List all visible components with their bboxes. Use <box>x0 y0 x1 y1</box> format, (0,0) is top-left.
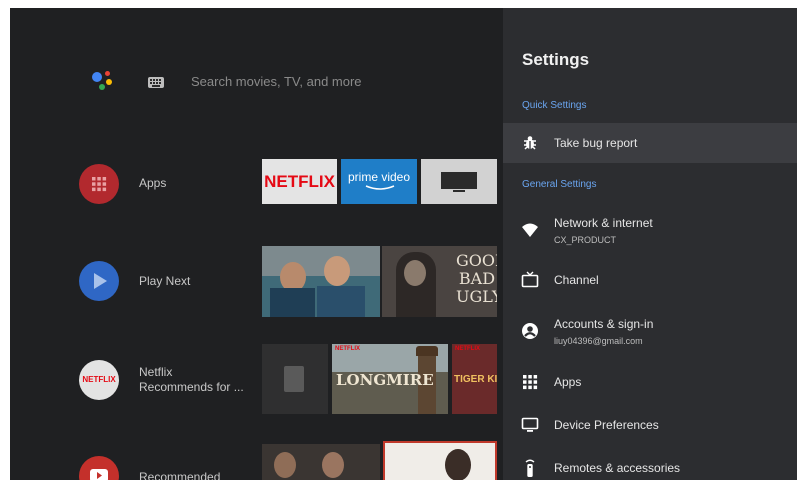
netflix-row-icon[interactable]: NETFLIX <box>79 360 119 400</box>
settings-panel: Settings Quick Settings Take bug report … <box>503 8 797 480</box>
prime-video-app-tile[interactable]: prime video <box>341 159 417 204</box>
row-label-netflix-line2: Recommends for ... <box>139 380 244 394</box>
tiger-king-title: TIGER KING <box>454 374 497 385</box>
recommended-tile-2[interactable] <box>383 441 497 480</box>
google-assistant-icon[interactable] <box>90 68 118 94</box>
accounts-sign-in-item[interactable]: Accounts & sign-in liuy04396@gmail.com <box>503 311 797 351</box>
account-icon <box>522 323 538 339</box>
network-internet-sub: CX_PRODUCT <box>554 235 617 245</box>
play-icon <box>94 273 107 289</box>
apps-row-icon[interactable] <box>79 164 119 204</box>
remotes-accessories-label: Remotes & accessories <box>554 461 681 475</box>
longmire-tile[interactable]: NETFLIX LONGMIRE <box>332 344 448 414</box>
network-internet-label: Network & internet <box>554 216 653 230</box>
tv-icon <box>441 172 477 189</box>
netflix-tile-1[interactable] <box>262 344 328 414</box>
tv-home-screen: Search movies, TV, and more Apps NETFLIX… <box>10 8 797 480</box>
play-next-row-icon[interactable] <box>79 261 119 301</box>
remote-icon <box>525 459 535 477</box>
monitor-icon <box>521 417 539 432</box>
longmire-title: LONGMIRE <box>336 371 434 389</box>
netflix-logo-text: NETFLIX <box>264 172 335 191</box>
recommended-tile-1[interactable] <box>262 444 380 480</box>
tiger-king-netflix-badge: NETFLIX <box>455 346 480 352</box>
keyboard-icon[interactable] <box>148 77 164 88</box>
prime-smile-icon <box>365 185 395 190</box>
apps-grid-icon <box>92 177 107 192</box>
youtube-icon <box>90 469 108 480</box>
accounts-sign-in-sub: liuy04396@gmail.com <box>554 336 643 346</box>
prime-video-logo-text: prime video <box>347 170 411 184</box>
apps-item[interactable]: Apps <box>503 362 797 402</box>
row-label-play-next: Play Next <box>139 274 191 288</box>
remotes-accessories-item[interactable]: Remotes & accessories <box>503 448 797 480</box>
row-label-apps: Apps <box>139 176 167 190</box>
youtube-row-icon[interactable] <box>79 456 119 480</box>
take-bug-report-label: Take bug report <box>554 136 638 150</box>
good-bad-ugly-tile[interactable]: GOOD BAD UGLY <box>382 246 497 317</box>
tiger-king-tile[interactable]: NETFLIX TIGER KING <box>452 344 497 414</box>
netflix-app-tile[interactable]: NETFLIX <box>262 159 337 204</box>
take-bug-report-item[interactable]: Take bug report <box>503 123 797 163</box>
search-input[interactable]: Search movies, TV, and more <box>191 74 362 89</box>
wifi-icon <box>522 223 538 237</box>
row-label-netflix: Netflix Recommends for ... <box>139 365 244 395</box>
general-settings-heading: General Settings <box>522 179 597 190</box>
channel-label: Channel <box>554 273 599 287</box>
accounts-sign-in-label: Accounts & sign-in <box>554 317 654 331</box>
row-label-netflix-line1: Netflix <box>139 365 173 379</box>
row-label-recommended: Recommended <box>139 470 221 480</box>
good-bad-ugly-line2: BAD <box>458 269 496 288</box>
tv-channel-icon <box>521 271 539 288</box>
tv-app-tile[interactable] <box>421 159 497 204</box>
device-preferences-label: Device Preferences <box>554 418 659 432</box>
network-internet-item[interactable]: Network & internet CX_PRODUCT <box>503 210 797 250</box>
bug-icon <box>524 136 536 150</box>
apps-grid-icon <box>523 375 538 390</box>
settings-title: Settings <box>522 50 590 69</box>
apps-label: Apps <box>554 375 582 389</box>
longmire-netflix-badge: NETFLIX <box>335 346 360 352</box>
device-preferences-item[interactable]: Device Preferences <box>503 405 797 445</box>
good-bad-ugly-line1: GOOD <box>456 251 497 270</box>
good-bad-ugly-line3: UGLY <box>456 287 497 306</box>
quick-settings-heading: Quick Settings <box>522 100 587 111</box>
netflix-icon: NETFLIX <box>82 375 116 384</box>
movie-tile-1[interactable] <box>262 246 380 317</box>
channel-item[interactable]: Channel <box>503 260 797 300</box>
